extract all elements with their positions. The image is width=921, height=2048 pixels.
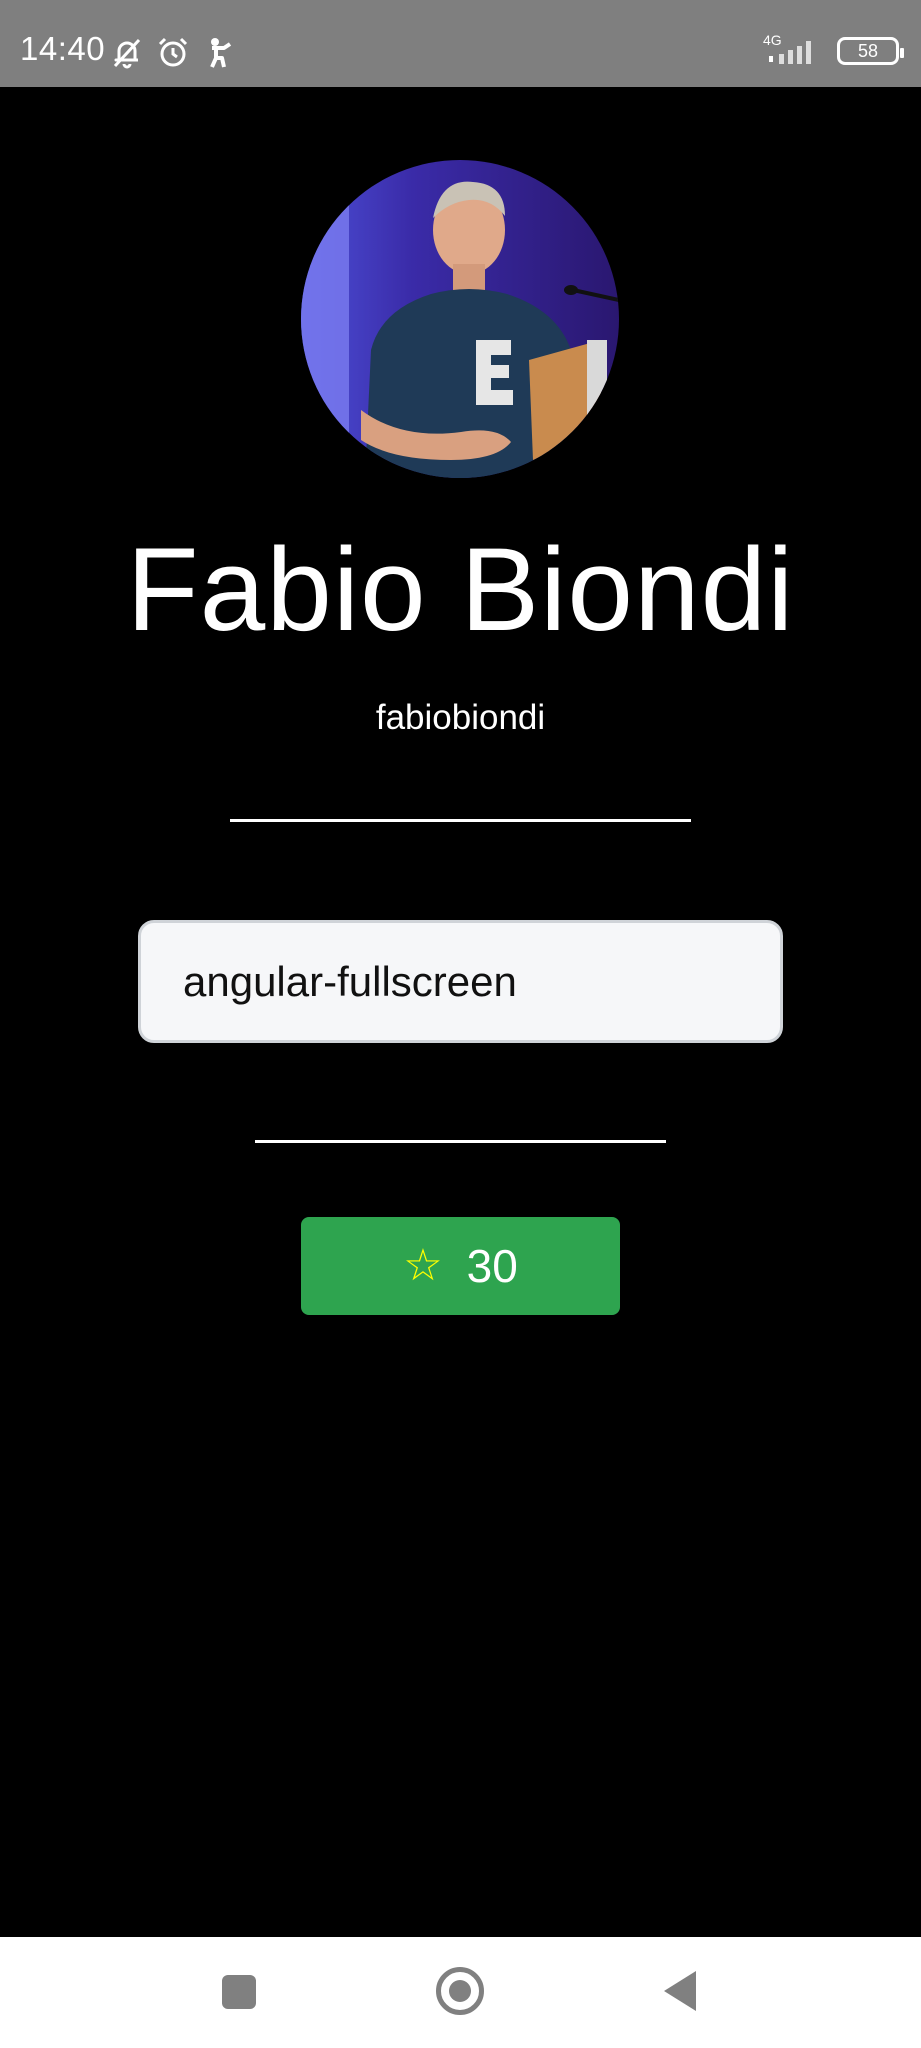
- star-count: 30: [466, 1240, 518, 1292]
- back-icon[interactable]: [664, 1971, 696, 2011]
- status-icons-right: 4G 58: [763, 32, 904, 66]
- profile-name: Fabio Biondi: [126, 524, 795, 656]
- accessibility-icon: [210, 38, 232, 68]
- navigation-bar: [0, 1937, 921, 2048]
- signal-icon: 4G: [763, 32, 825, 66]
- divider-top: [230, 819, 691, 822]
- battery-tip: [900, 48, 904, 58]
- star-icon: ☆: [403, 1241, 443, 1290]
- recents-icon[interactable]: [222, 1975, 256, 2009]
- status-bar: 14:40 4G 58: [0, 0, 921, 87]
- status-time: 14:40: [20, 30, 106, 67]
- star-count-button[interactable]: ☆ 30: [301, 1217, 620, 1315]
- status-icons-left: [110, 36, 236, 70]
- battery-icon: 58: [837, 37, 904, 65]
- profile-username: fabiobiondi: [375, 698, 546, 737]
- bell-off-icon: [113, 38, 141, 69]
- avatar: [301, 160, 619, 478]
- network-type: 4G: [763, 32, 782, 48]
- repo-name-field[interactable]: angular-fullscreen: [138, 920, 783, 1043]
- profile-photo: [301, 160, 619, 478]
- battery-level: 58: [857, 40, 879, 61]
- home-icon[interactable]: [436, 1967, 484, 2015]
- divider-bottom: [255, 1140, 666, 1143]
- home-icon-dot: [449, 1980, 471, 2002]
- alarm-icon: [158, 37, 188, 67]
